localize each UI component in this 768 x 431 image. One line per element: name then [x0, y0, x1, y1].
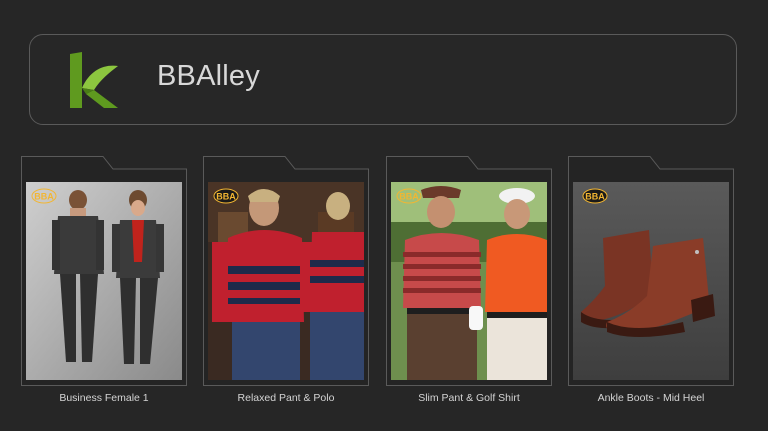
svg-text:BBA: BBA: [399, 192, 419, 202]
store-page: BBAlley BBA Business Female 1 BBA Relaxe…: [0, 0, 768, 431]
product-thumbnail[interactable]: BBA: [208, 182, 364, 380]
bba-badge-icon: BBA: [31, 188, 57, 204]
product-card-business-female[interactable]: BBA Business Female 1: [21, 156, 187, 408]
brand-header: [29, 34, 737, 125]
product-name[interactable]: Ankle Boots - Mid Heel: [568, 392, 734, 404]
bba-badge-icon: BBA: [213, 188, 239, 204]
product-name[interactable]: Business Female 1: [21, 392, 187, 404]
product-name[interactable]: Slim Pant & Golf Shirt: [386, 392, 552, 404]
product-name[interactable]: Relaxed Pant & Polo: [203, 392, 369, 404]
product-card-slim-pant-golf[interactable]: BBA Slim Pant & Golf Shirt: [386, 156, 552, 408]
product-thumbnail[interactable]: BBA: [573, 182, 729, 380]
svg-text:BBA: BBA: [585, 192, 605, 202]
bba-badge-icon: BBA: [582, 188, 608, 204]
bballey-k-logo-icon: [70, 52, 118, 108]
product-card-relaxed-pant-polo[interactable]: BBA Relaxed Pant & Polo: [203, 156, 369, 408]
product-card-ankle-boots[interactable]: BBA Ankle Boots - Mid Heel: [568, 156, 734, 408]
bba-badge-icon: BBA: [396, 188, 422, 204]
brand-title: BBAlley: [157, 60, 260, 92]
product-thumbnail[interactable]: BBA: [391, 182, 547, 380]
svg-text:BBA: BBA: [216, 192, 236, 202]
product-thumbnail[interactable]: BBA: [26, 182, 182, 380]
svg-text:BBA: BBA: [34, 192, 54, 202]
